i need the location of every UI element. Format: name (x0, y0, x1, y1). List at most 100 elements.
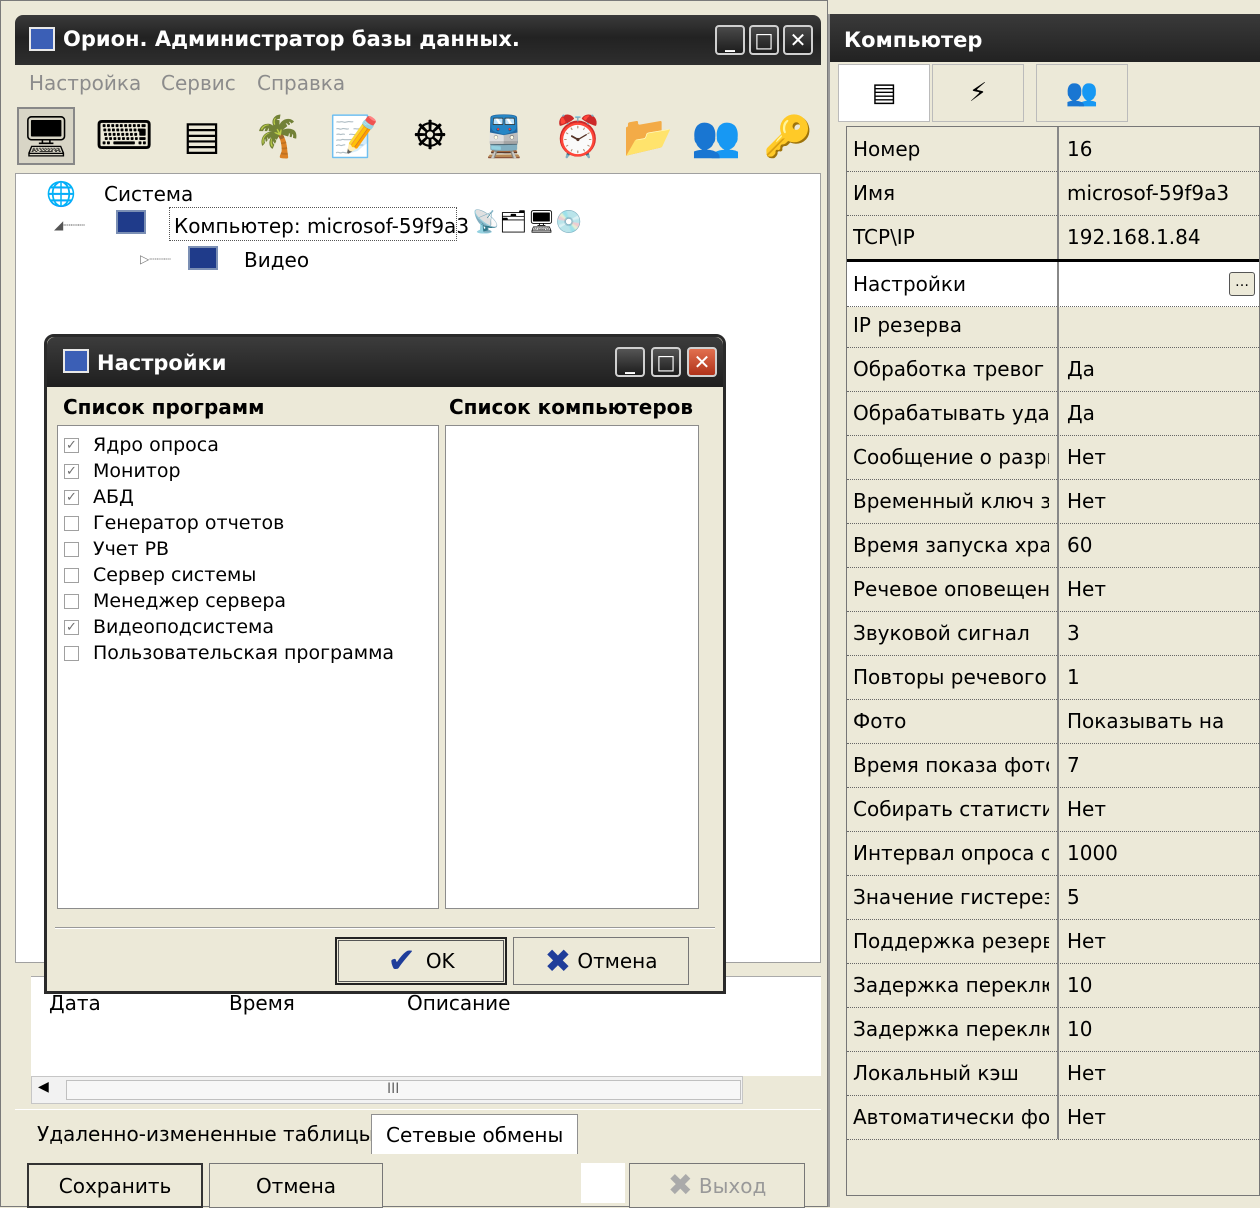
program-item[interactable]: ✓ Монитор (64, 458, 181, 484)
property-value[interactable]: Нет (1067, 1105, 1253, 1129)
property-value[interactable]: Да (1067, 401, 1253, 425)
property-value[interactable]: 1000 (1067, 841, 1253, 865)
user-key-icon[interactable]: 🔑 (759, 107, 817, 165)
save-button[interactable]: Сохранить (27, 1163, 203, 1208)
menu-help[interactable]: Справка (257, 71, 345, 95)
property-value[interactable]: 7 (1067, 753, 1253, 777)
scroll-left-icon[interactable]: ◀ (38, 1079, 49, 1095)
property-row[interactable]: Настройки… (847, 259, 1259, 307)
program-item[interactable]: Менеджер сервера (64, 588, 286, 614)
property-value[interactable]: 5 (1067, 885, 1253, 909)
property-row[interactable]: Автоматически фор Нет (847, 1095, 1259, 1140)
horizontal-scrollbar[interactable]: ◀ III (31, 1076, 743, 1104)
ellipsis-button[interactable]: … (1229, 272, 1255, 296)
users-key-icon[interactable]: 👥 (1036, 64, 1128, 122)
users-icon[interactable]: 👥 (687, 107, 745, 165)
note-icon[interactable]: 📝 (325, 107, 383, 165)
collapse-toggle-icon[interactable]: ▷┈┈┈ (140, 252, 171, 266)
folder-users-icon[interactable]: 📂 (619, 107, 677, 165)
main-title-bar[interactable]: Орион. Администратор базы данных. _ □ ✕ (15, 15, 821, 65)
property-value[interactable]: Нет (1067, 489, 1253, 513)
checkbox-icon[interactable] (64, 541, 79, 557)
property-row[interactable]: Номер 16 (847, 127, 1259, 172)
program-item[interactable]: ✓ Ядро опроса (64, 432, 219, 458)
checkbox-icon[interactable] (64, 515, 79, 531)
schedule-icon[interactable]: ⏰ (549, 107, 607, 165)
col-time[interactable]: Время (229, 991, 295, 1015)
checkbox-icon[interactable] (64, 645, 79, 661)
program-item[interactable]: ✓ Видеоподсистема (64, 614, 274, 640)
tab-remote-tables[interactable]: Удаленно-измененные таблицы (23, 1114, 388, 1154)
property-value[interactable]: 60 (1067, 533, 1253, 557)
property-value[interactable]: 10 (1067, 1017, 1253, 1041)
lightning-icon[interactable]: ⚡ (932, 64, 1024, 122)
program-item[interactable]: ✓ АБД (64, 484, 134, 510)
property-row[interactable]: Локальный кэш Нет (847, 1051, 1259, 1096)
property-value[interactable]: microsof-59f9a3 (1067, 181, 1253, 205)
checkbox-checked-icon[interactable]: ✓ (64, 619, 79, 635)
keyboard-icon[interactable]: ⌨ (95, 107, 153, 165)
property-value[interactable]: Нет (1067, 929, 1253, 953)
property-row[interactable]: Поддержка резерви Нет (847, 919, 1259, 964)
property-value[interactable]: 10 (1067, 973, 1253, 997)
property-row[interactable]: Обрабатывать удал Да (847, 391, 1259, 436)
program-item[interactable]: Сервер системы (64, 562, 256, 588)
checkbox-icon[interactable] (64, 593, 79, 609)
dialog-title-bar[interactable]: Настройки _ □ ✕ (47, 337, 723, 387)
cancel-button[interactable]: Отмена (209, 1163, 383, 1208)
property-row[interactable]: Время показа фото 7 (847, 743, 1259, 788)
program-item[interactable]: Учет РВ (64, 536, 169, 562)
col-date[interactable]: Дата (49, 991, 101, 1015)
close-icon[interactable]: ✕ (783, 25, 813, 55)
tree-video-node[interactable]: Видео (244, 248, 309, 272)
property-row[interactable]: Значение гистерези 5 (847, 875, 1259, 920)
property-value[interactable]: 192.168.1.84 (1067, 225, 1253, 249)
list-icon[interactable]: ▤ (838, 64, 930, 122)
property-value[interactable]: 1 (1067, 665, 1253, 689)
property-row[interactable]: Задержка переключ 10 (847, 1007, 1259, 1052)
property-row[interactable]: Звуковой сигнал 3 (847, 611, 1259, 656)
property-row[interactable]: Интервал опроса ст 1000 (847, 831, 1259, 876)
property-value[interactable]: 3 (1067, 621, 1253, 645)
property-value[interactable]: Нет (1067, 577, 1253, 601)
property-row[interactable]: Фото Показывать на (847, 699, 1259, 744)
property-row[interactable]: TCP\IP 192.168.1.84 (847, 215, 1259, 260)
property-value[interactable]: Нет (1067, 445, 1253, 469)
checkbox-icon[interactable] (64, 567, 79, 583)
palm-icon[interactable]: 🌴 (249, 107, 307, 165)
property-row[interactable]: Собирать статистик Нет (847, 787, 1259, 832)
checkbox-checked-icon[interactable]: ✓ (64, 489, 79, 505)
tree-root[interactable]: Система (104, 182, 193, 206)
program-item[interactable]: Пользовательская программа (64, 640, 394, 666)
checkbox-checked-icon[interactable]: ✓ (64, 437, 79, 453)
programs-list[interactable]: ✓ Ядро опроса ✓ Монитор ✓ АБД Генератор отчето… (57, 425, 439, 909)
property-row[interactable]: Время запуска хран 60 (847, 523, 1259, 568)
checkbox-checked-icon[interactable]: ✓ (64, 463, 79, 479)
property-row[interactable]: Речевое оповещени Нет (847, 567, 1259, 612)
expand-toggle-icon[interactable]: ◢┈┈┈ (54, 218, 85, 232)
ok-button[interactable]: ✔ OK (335, 937, 507, 985)
col-description[interactable]: Описание (407, 991, 510, 1015)
minimize-icon[interactable]: _ (715, 25, 745, 55)
dialog-minimize-icon[interactable]: _ (615, 347, 645, 377)
program-item[interactable]: Генератор отчетов (64, 510, 284, 536)
train-icon[interactable]: 🚆 (475, 107, 533, 165)
property-value[interactable]: Да (1067, 357, 1253, 381)
computers-list[interactable] (445, 425, 699, 909)
property-row[interactable]: Обработка тревог Да (847, 347, 1259, 392)
controller-icon[interactable]: ▤ (173, 107, 231, 165)
dialog-close-icon[interactable]: ✕ (687, 347, 717, 377)
dialog-maximize-icon[interactable]: □ (651, 347, 681, 377)
property-row[interactable]: IP резерва (847, 303, 1259, 348)
property-row[interactable]: Имя microsof-59f9a3 (847, 171, 1259, 216)
property-value[interactable]: 16 (1067, 137, 1253, 161)
property-row[interactable]: Временный ключ за Нет (847, 479, 1259, 524)
property-row[interactable]: Сообщение о разрь Нет (847, 435, 1259, 480)
menu-service[interactable]: Сервис (161, 71, 236, 95)
devices-icon[interactable]: 🖥 (17, 107, 75, 165)
property-row[interactable]: Повторы речевого о 1 (847, 655, 1259, 700)
maximize-icon[interactable]: □ (749, 25, 779, 55)
property-value[interactable]: Нет (1067, 1061, 1253, 1085)
menu-settings[interactable]: Настройка (29, 71, 141, 95)
exit-button[interactable]: ✖ Выход (629, 1163, 805, 1208)
